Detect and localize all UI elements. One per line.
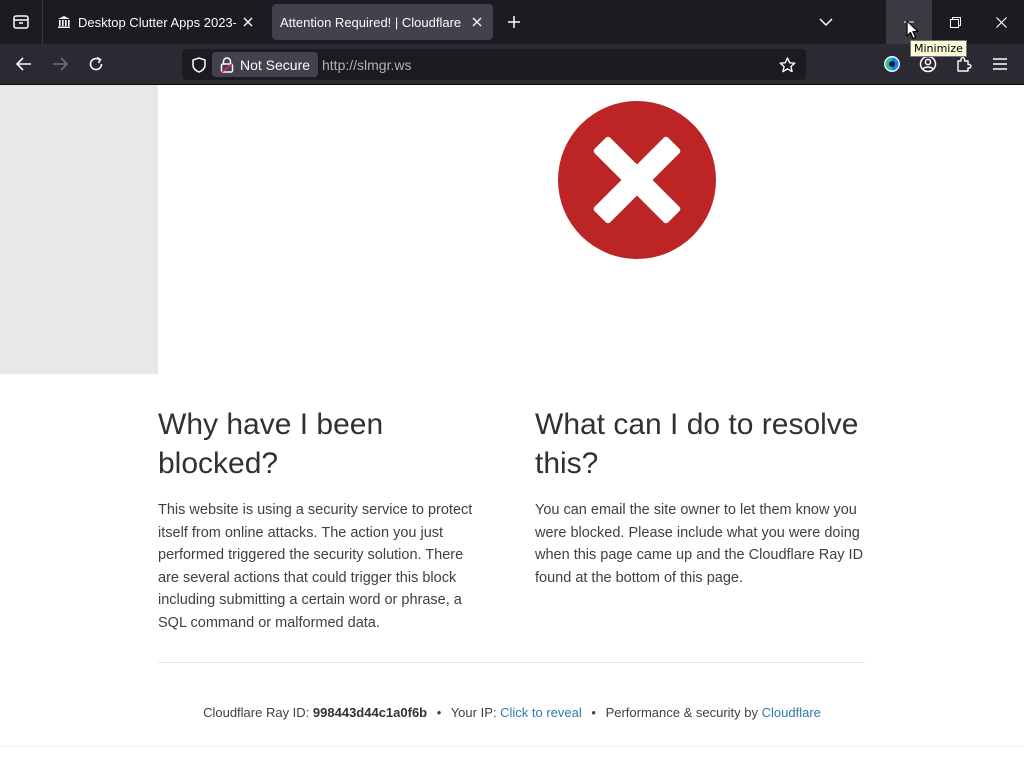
close-window-button[interactable] xyxy=(978,0,1024,44)
forward-button[interactable] xyxy=(46,50,74,78)
close-tab-icon[interactable] xyxy=(465,10,489,34)
ray-id-value: 998443d44c1a0f6b xyxy=(312,705,428,720)
why-blocked-text: This website is using a security service… xyxy=(158,502,473,631)
tab-title: Attention Required! | Cloudflare xyxy=(280,14,462,30)
minimize-tooltip: Minimize xyxy=(910,40,967,57)
tab-attention-required[interactable]: Attention Required! | Cloudflare xyxy=(272,4,493,40)
resolve-heading: What can I do to resolve this? xyxy=(535,408,859,480)
tab-separator xyxy=(42,0,43,44)
arrow-left-icon xyxy=(16,57,31,71)
plus-icon xyxy=(508,16,520,28)
mouse-cursor-icon xyxy=(906,20,919,40)
page-content: Why have I been blocked? This website is… xyxy=(0,85,1024,768)
cloudflare-footer: Cloudflare Ray ID: 998443d44c1a0f6b • Yo… xyxy=(0,705,1024,720)
close-icon xyxy=(995,16,1007,28)
app-menu-button[interactable] xyxy=(986,50,1014,78)
list-all-tabs-button[interactable] xyxy=(812,8,840,36)
image-placeholder xyxy=(0,85,158,374)
back-button[interactable] xyxy=(10,50,38,78)
new-tab-button[interactable] xyxy=(500,8,528,36)
firefox-view-button[interactable] xyxy=(0,0,42,44)
restore-button[interactable] xyxy=(932,0,978,44)
url-text[interactable]: http://slmgr.ws xyxy=(322,57,411,73)
reload-icon xyxy=(89,56,103,71)
why-blocked-section: Why have I been blocked? This website is… xyxy=(158,405,488,635)
reload-button[interactable] xyxy=(82,50,110,78)
not-secure-indicator[interactable]: Not Secure xyxy=(212,52,319,77)
cloudflare-link[interactable]: Cloudflare xyxy=(762,705,821,720)
firefox-view-icon xyxy=(13,15,29,29)
ray-id-label: Cloudflare Ray ID: xyxy=(203,705,310,720)
tab-desktop-clutter[interactable]: Desktop Clutter Apps 2023-08 : xyxy=(48,4,264,40)
extension-circle-icon xyxy=(884,56,900,72)
error-x-icon xyxy=(558,101,716,259)
reveal-ip-link[interactable]: Click to reveal xyxy=(500,705,582,720)
star-icon xyxy=(779,56,796,72)
footer-bullet: • xyxy=(591,705,596,720)
why-blocked-heading: Why have I been blocked? xyxy=(158,408,384,480)
footer-bullet: • xyxy=(436,705,442,720)
tracking-protection-shield-icon[interactable] xyxy=(188,54,210,76)
hamburger-menu-icon xyxy=(993,58,1007,70)
bottom-border xyxy=(0,746,1024,747)
extension-button[interactable] xyxy=(878,50,906,78)
performance-label: Performance & security by xyxy=(605,705,759,720)
not-secure-label: Not Secure xyxy=(240,56,311,73)
puzzle-icon xyxy=(957,57,972,72)
chevron-down-icon xyxy=(819,18,833,27)
resolve-section: What can I do to resolve this? You can e… xyxy=(535,405,865,589)
navigation-toolbar: Not Secure http://slmgr.ws xyxy=(0,44,1024,85)
divider xyxy=(158,662,865,663)
museum-icon xyxy=(56,14,72,30)
tab-strip: Desktop Clutter Apps 2023-08 : Attention… xyxy=(0,0,1024,44)
bookmark-star-button[interactable] xyxy=(774,52,800,77)
your-ip-label: Your IP: xyxy=(450,705,497,720)
tab-title: Desktop Clutter Apps 2023-08 : xyxy=(78,14,236,30)
account-icon xyxy=(919,55,937,73)
arrow-right-icon xyxy=(53,57,68,71)
close-tab-icon[interactable] xyxy=(236,10,260,34)
restore-icon xyxy=(949,16,961,28)
url-bar[interactable]: Not Secure http://slmgr.ws xyxy=(182,49,806,80)
resolve-text: You can email the site owner to let them… xyxy=(535,502,864,586)
lock-warning-icon xyxy=(220,56,234,73)
